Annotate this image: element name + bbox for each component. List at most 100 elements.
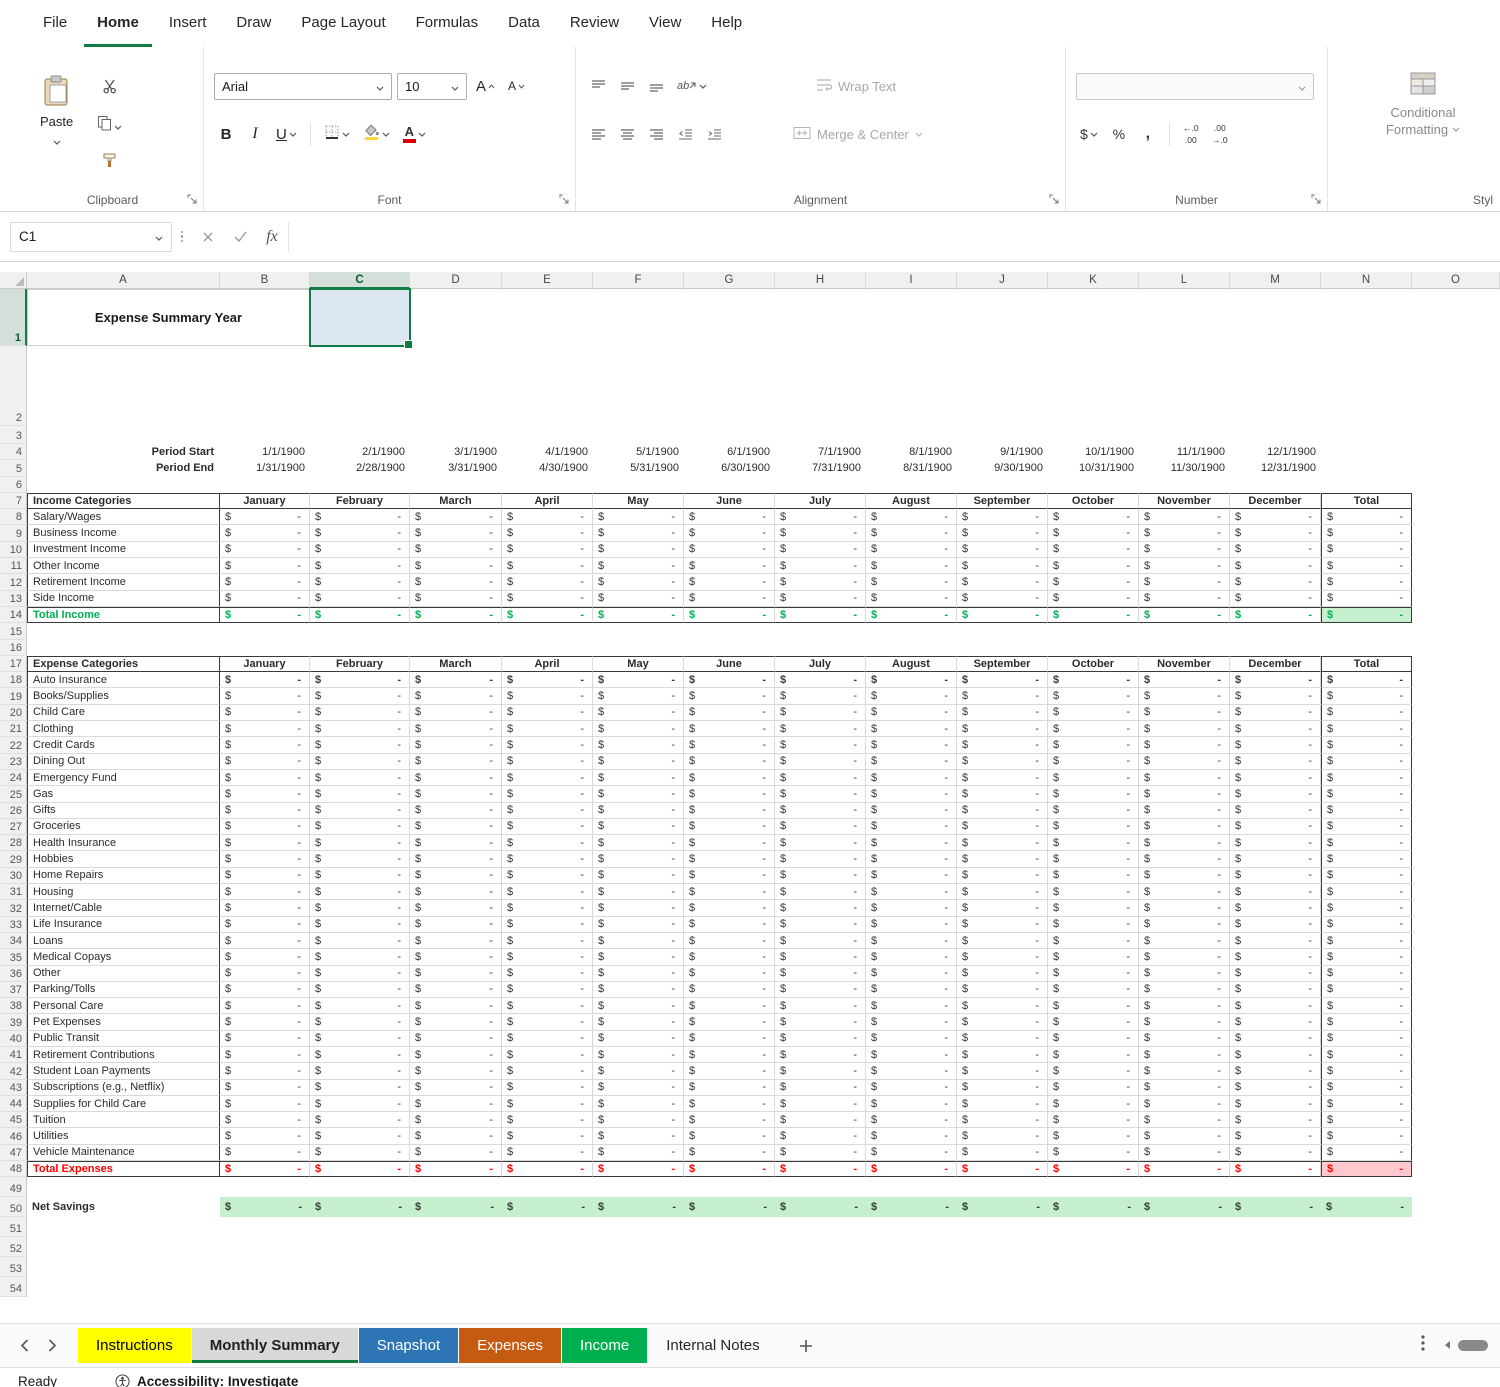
cell-D47[interactable]: $ - bbox=[410, 1144, 502, 1162]
row-header-19[interactable]: 19 bbox=[0, 688, 27, 705]
cell-K10[interactable]: $ - bbox=[1048, 541, 1139, 559]
cell-E23[interactable]: $ - bbox=[502, 753, 593, 770]
fill-color-button[interactable] bbox=[359, 121, 394, 148]
cell-K30[interactable]: $ - bbox=[1048, 867, 1139, 885]
cell-M49[interactable] bbox=[1230, 1177, 1321, 1197]
cell-J23[interactable]: $ - bbox=[957, 753, 1048, 770]
cell-F43[interactable]: $ - bbox=[593, 1079, 684, 1096]
cell-J28[interactable]: $ - bbox=[957, 835, 1048, 852]
column-header-C[interactable]: C bbox=[310, 272, 410, 289]
cell-M12[interactable]: $ - bbox=[1230, 574, 1321, 591]
cell-D30[interactable]: $ - bbox=[410, 867, 502, 885]
cell-L42[interactable]: $ - bbox=[1139, 1063, 1230, 1080]
cell-K31[interactable]: $ - bbox=[1048, 884, 1139, 901]
cell-G12[interactable]: $ - bbox=[684, 574, 775, 591]
cell-O8[interactable] bbox=[1412, 509, 1500, 525]
row-header-10[interactable]: 10 bbox=[0, 541, 27, 559]
cell-N50[interactable]: $ - bbox=[1321, 1197, 1412, 1218]
cell-E28[interactable]: $ - bbox=[502, 835, 593, 852]
sheet-tab-instructions[interactable]: Instructions bbox=[78, 1328, 191, 1363]
cell-N7[interactable]: Total bbox=[1321, 492, 1412, 510]
cell-H23[interactable]: $ - bbox=[775, 753, 866, 770]
cell-E52[interactable] bbox=[502, 1237, 593, 1257]
cell-D13[interactable]: $ - bbox=[410, 590, 502, 607]
cell-L25[interactable]: $ - bbox=[1139, 786, 1230, 803]
cell-L22[interactable]: $ - bbox=[1139, 737, 1230, 754]
cell-N1[interactable] bbox=[1321, 289, 1412, 346]
cell-M27[interactable]: $ - bbox=[1230, 818, 1321, 836]
cell-B16[interactable] bbox=[220, 640, 310, 656]
cell-G32[interactable]: $ - bbox=[684, 900, 775, 917]
cell-L7[interactable]: November bbox=[1139, 492, 1230, 510]
cell-O50[interactable] bbox=[1412, 1197, 1500, 1217]
cell-N30[interactable]: $ - bbox=[1321, 867, 1412, 885]
align-left-button[interactable] bbox=[586, 125, 610, 144]
cell-E41[interactable]: $ - bbox=[502, 1046, 593, 1064]
cell-A25[interactable]: Gas bbox=[27, 786, 220, 803]
cell-H24[interactable]: $ - bbox=[775, 769, 866, 787]
cell-A30[interactable]: Home Repairs bbox=[27, 867, 220, 885]
cell-K47[interactable]: $ - bbox=[1048, 1144, 1139, 1162]
row-header-1[interactable]: 1 bbox=[0, 289, 27, 346]
scrollbar-thumb[interactable] bbox=[1458, 1340, 1488, 1351]
row-header-50[interactable]: 50 bbox=[0, 1197, 27, 1218]
cell-F51[interactable] bbox=[593, 1217, 684, 1237]
cell-A9[interactable]: Business Income bbox=[27, 525, 220, 542]
cell-I34[interactable]: $ - bbox=[866, 932, 957, 950]
cell-O25[interactable] bbox=[1412, 786, 1500, 802]
cell-D38[interactable]: $ - bbox=[410, 998, 502, 1015]
cell-N33[interactable]: $ - bbox=[1321, 916, 1412, 933]
cell-N46[interactable]: $ - bbox=[1321, 1128, 1412, 1145]
cell-J8[interactable]: $ - bbox=[957, 509, 1048, 526]
cell-D53[interactable] bbox=[410, 1257, 502, 1277]
cell-I15[interactable] bbox=[866, 623, 957, 639]
cell-B44[interactable]: $ - bbox=[220, 1095, 310, 1113]
cell-F22[interactable]: $ - bbox=[593, 737, 684, 754]
font-color-button[interactable]: A bbox=[399, 122, 430, 146]
cell-M22[interactable]: $ - bbox=[1230, 737, 1321, 754]
cell-N34[interactable]: $ - bbox=[1321, 932, 1412, 950]
cell-O47[interactable] bbox=[1412, 1145, 1500, 1161]
cell-N49[interactable] bbox=[1321, 1177, 1412, 1197]
decrease-indent-button[interactable] bbox=[673, 125, 697, 144]
cell-J48[interactable]: $ - bbox=[957, 1161, 1048, 1178]
row-header-39[interactable]: 39 bbox=[0, 1014, 27, 1031]
cell-M20[interactable]: $ - bbox=[1230, 704, 1321, 722]
cell-O43[interactable] bbox=[1412, 1080, 1500, 1096]
accessibility-status-label[interactable]: Accessibility: Investigate bbox=[137, 1374, 298, 1387]
cell-H12[interactable]: $ - bbox=[775, 574, 866, 591]
cell-N32[interactable]: $ - bbox=[1321, 900, 1412, 917]
cell-A6[interactable] bbox=[27, 477, 220, 493]
cell-C22[interactable]: $ - bbox=[310, 737, 410, 754]
cell-N16[interactable] bbox=[1321, 640, 1412, 656]
cell-J7[interactable]: September bbox=[957, 492, 1048, 510]
cell-F19[interactable]: $ - bbox=[593, 688, 684, 705]
cell-D17[interactable]: March bbox=[410, 655, 502, 673]
row-header-47[interactable]: 47 bbox=[0, 1144, 27, 1162]
cell-E36[interactable]: $ - bbox=[502, 965, 593, 982]
row-header-17[interactable]: 17 bbox=[0, 655, 27, 673]
cell-L31[interactable]: $ - bbox=[1139, 884, 1230, 901]
cell-F13[interactable]: $ - bbox=[593, 590, 684, 607]
cell-F3[interactable] bbox=[593, 426, 684, 444]
cell-J27[interactable]: $ - bbox=[957, 818, 1048, 836]
cell-G3[interactable] bbox=[684, 426, 775, 444]
cell-O54[interactable] bbox=[1412, 1277, 1500, 1297]
cell-J35[interactable]: $ - bbox=[957, 949, 1048, 966]
cell-A17[interactable]: Expense Categories bbox=[27, 655, 220, 673]
cell-E50[interactable]: $ - bbox=[502, 1197, 593, 1218]
cell-G26[interactable]: $ - bbox=[684, 802, 775, 819]
cell-L30[interactable]: $ - bbox=[1139, 867, 1230, 885]
cell-M42[interactable]: $ - bbox=[1230, 1063, 1321, 1080]
increase-decimal-button[interactable]: ←.0 .00 bbox=[1179, 120, 1203, 148]
cell-B47[interactable]: $ - bbox=[220, 1144, 310, 1162]
cell-N39[interactable]: $ - bbox=[1321, 1014, 1412, 1031]
cell-D1[interactable] bbox=[410, 289, 502, 346]
cell-O29[interactable] bbox=[1412, 851, 1500, 867]
cell-O45[interactable] bbox=[1412, 1112, 1500, 1128]
cell-N9[interactable]: $ - bbox=[1321, 525, 1412, 542]
cell-B14[interactable]: $ - bbox=[220, 606, 310, 624]
cell-M5[interactable]: 12/31/1900 bbox=[1230, 460, 1321, 476]
cell-F28[interactable]: $ - bbox=[593, 835, 684, 852]
cell-A21[interactable]: Clothing bbox=[27, 721, 220, 738]
